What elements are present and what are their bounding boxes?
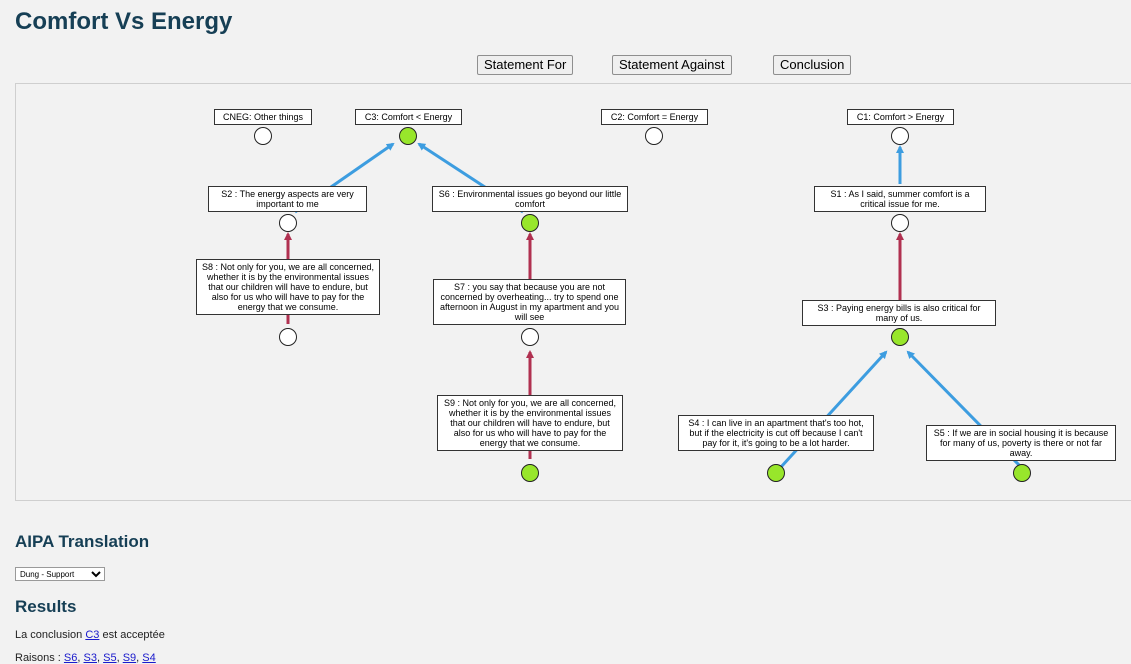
node-s6[interactable]: S6 : Environmental issues go beyond our …: [432, 186, 628, 212]
aipa-semantics-select[interactable]: Dung - Support: [15, 567, 105, 581]
node-s3-circle[interactable]: [891, 328, 909, 346]
node-cneg[interactable]: CNEG: Other things: [214, 109, 312, 125]
statement-for-button[interactable]: Statement For: [477, 55, 574, 75]
node-s4-circle[interactable]: [767, 464, 785, 482]
statement-against-button[interactable]: Statement Against: [612, 55, 732, 75]
results-reasons-line: Raisons : S6, S3, S5, S9, S4: [15, 652, 156, 664]
conclusion-suffix: est acceptée: [102, 629, 165, 641]
node-s3[interactable]: S3 : Paying energy bills is also critica…: [802, 300, 996, 326]
node-c1-circle[interactable]: [891, 127, 909, 145]
reason-link[interactable]: S9: [123, 652, 136, 664]
node-c2-circle[interactable]: [645, 127, 663, 145]
node-cneg-circle[interactable]: [254, 127, 272, 145]
node-c3[interactable]: C3: Comfort < Energy: [355, 109, 462, 125]
argument-graph-canvas: CNEG: Other things C3: Comfort < Energy …: [15, 83, 1131, 501]
results-conclusion-line: La conclusion C3 est acceptée: [15, 629, 165, 641]
page-title: Comfort Vs Energy: [15, 8, 233, 35]
reason-link[interactable]: S6: [64, 652, 77, 664]
reason-link[interactable]: S4: [142, 652, 155, 664]
conclusion-prefix: La conclusion: [15, 629, 83, 641]
node-s8[interactable]: S8 : Not only for you, we are all concer…: [196, 259, 380, 315]
node-s9[interactable]: S9 : Not only for you, we are all concer…: [437, 395, 623, 451]
reasons-prefix: Raisons :: [15, 652, 61, 664]
node-c3-circle[interactable]: [399, 127, 417, 145]
node-c1[interactable]: C1: Comfort > Energy: [847, 109, 954, 125]
node-s6-circle[interactable]: [521, 214, 539, 232]
node-c2[interactable]: C2: Comfort = Energy: [601, 109, 708, 125]
results-heading: Results: [15, 597, 77, 616]
node-s1[interactable]: S1 : As I said, summer comfort is a crit…: [814, 186, 986, 212]
reason-link[interactable]: S5: [103, 652, 116, 664]
node-s5-circle[interactable]: [1013, 464, 1031, 482]
node-s2[interactable]: S2 : The energy aspects are very importa…: [208, 186, 367, 212]
node-s4[interactable]: S4 : I can live in an apartment that's t…: [678, 415, 874, 451]
node-s9-circle[interactable]: [521, 464, 539, 482]
node-s8-circle[interactable]: [279, 328, 297, 346]
node-s7[interactable]: S7 : you say that because you are not co…: [433, 279, 626, 325]
node-s7-circle[interactable]: [521, 328, 539, 346]
aipa-heading: AIPA Translation: [15, 532, 150, 551]
node-s2-circle[interactable]: [279, 214, 297, 232]
conclusion-button[interactable]: Conclusion: [773, 55, 852, 75]
node-s1-circle[interactable]: [891, 214, 909, 232]
reason-link[interactable]: S3: [84, 652, 97, 664]
conclusion-link[interactable]: C3: [85, 629, 99, 641]
node-s5[interactable]: S5 : If we are in social housing it is b…: [926, 425, 1116, 461]
